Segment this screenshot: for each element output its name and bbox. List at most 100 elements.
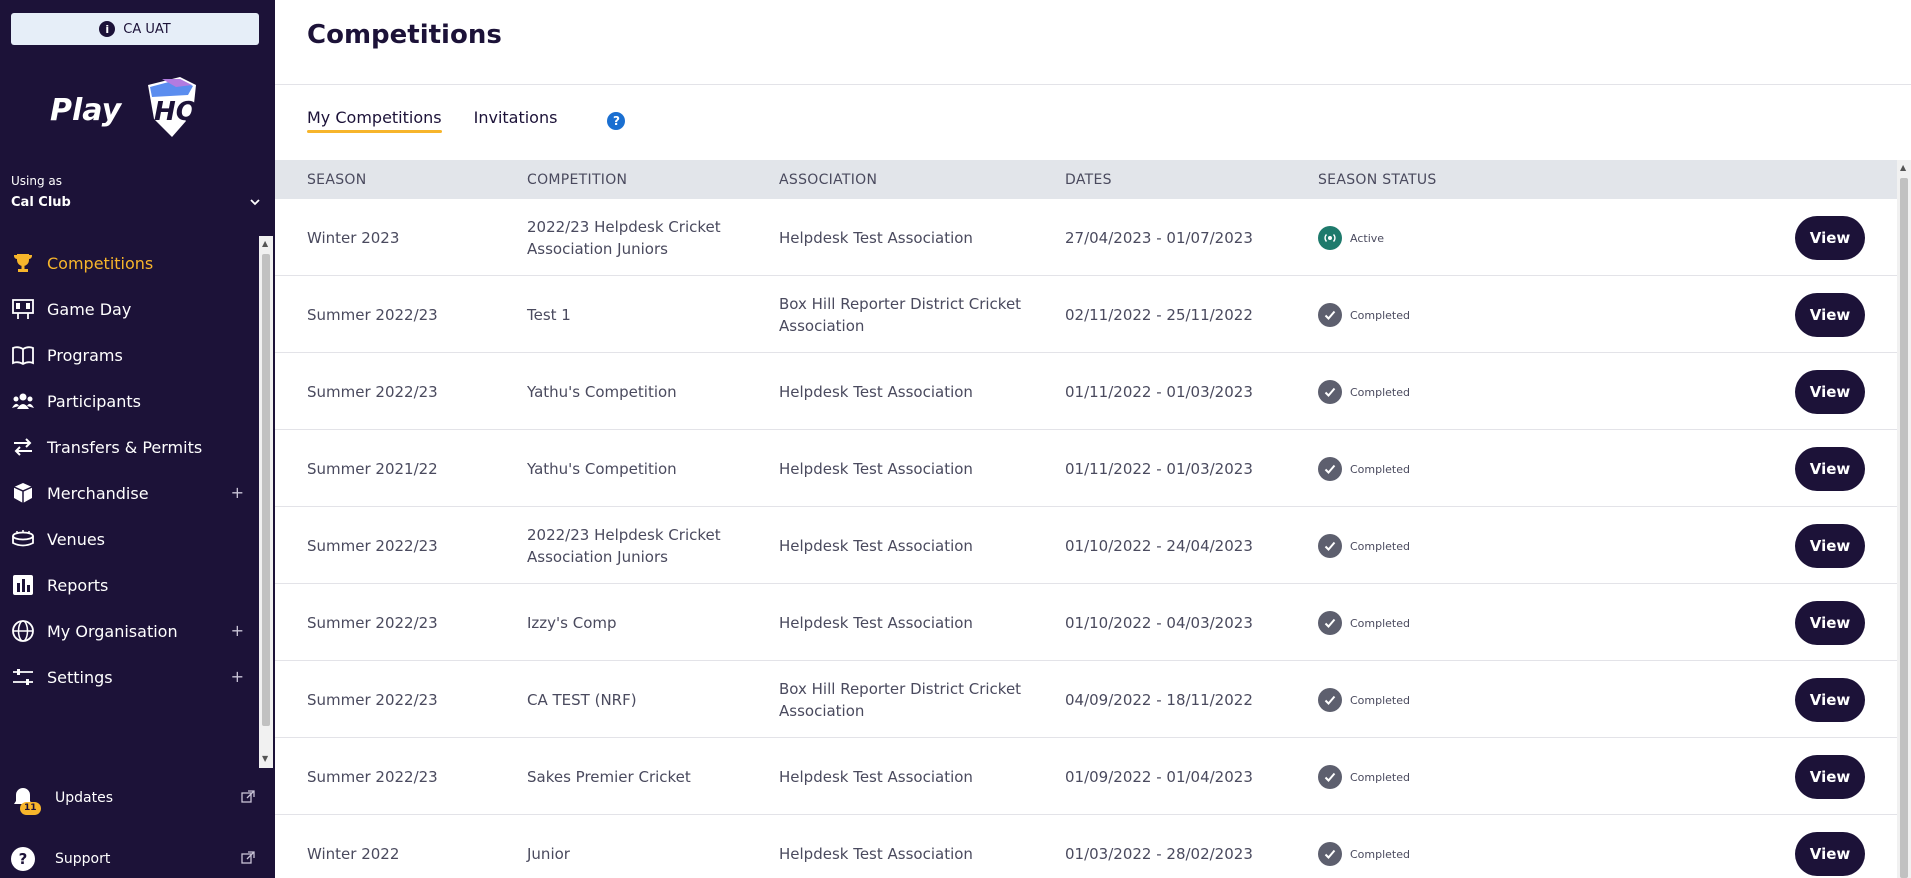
sidebar-item-merchandise[interactable]: Merchandise +: [0, 471, 258, 515]
check-icon: [1318, 688, 1342, 712]
view-button[interactable]: View: [1795, 447, 1865, 491]
chevron-down-icon[interactable]: [248, 195, 262, 209]
scrollbar-thumb[interactable]: [262, 254, 270, 726]
scroll-down-arrow-icon[interactable]: ▼: [262, 754, 268, 763]
view-button[interactable]: View: [1795, 370, 1865, 414]
competition-cell: Izzy's Comp: [527, 614, 617, 632]
scoreboard-icon: [10, 296, 36, 322]
sidebar-item-label: My Organisation: [47, 621, 178, 641]
sidebar-item-label: Reports: [47, 575, 109, 595]
book-icon: [10, 342, 36, 368]
status-badge: Completed: [1318, 303, 1410, 327]
competition-cell: 2022/23 Helpdesk Cricket Association Jun…: [527, 218, 721, 258]
status-badge: Completed: [1318, 534, 1410, 558]
status-label: Completed: [1350, 385, 1410, 399]
sidebar-item-label: Transfers & Permits: [47, 437, 203, 457]
expand-plus-icon[interactable]: +: [231, 667, 244, 686]
sidebar-item-game-day[interactable]: Game Day: [0, 287, 258, 331]
view-button[interactable]: View: [1795, 293, 1865, 337]
tabs: My Competitions Invitations ?: [307, 108, 626, 133]
updates-label: Updates: [55, 790, 113, 806]
page-title: Competitions: [307, 20, 502, 50]
dates-cell: 27/04/2023 - 01/07/2023: [1065, 229, 1253, 247]
sidebar-item-transfers-permits[interactable]: Transfers & Permits: [0, 425, 258, 469]
sidebar-item-label: Venues: [47, 529, 106, 549]
help-icon[interactable]: ?: [607, 112, 626, 130]
association-cell: Box Hill Reporter District Cricket Assoc…: [779, 295, 1022, 335]
club-name[interactable]: Cal Club: [11, 195, 71, 210]
sidebar-item-label: Settings: [47, 667, 113, 687]
dates-cell: 01/11/2022 - 01/03/2023: [1065, 383, 1253, 401]
main-content: Competitions My Competitions Invitations…: [275, 0, 1911, 878]
broadcast-icon: [1318, 226, 1342, 250]
table-row: Summer 2022/23 Test 1 Box Hill Reporter Di…: [275, 276, 1897, 353]
sidebar-item-venues[interactable]: Venues: [0, 517, 258, 561]
table-row: Summer 2022/23 Sakes Premier Cricket Helpd…: [275, 738, 1897, 815]
status-label: Completed: [1350, 847, 1410, 861]
season-cell: Summer 2022/23: [307, 537, 438, 555]
sidebar-item-my-organisation[interactable]: My Organisation +: [0, 609, 258, 653]
view-button[interactable]: View: [1795, 755, 1865, 799]
competition-cell: CA TEST (NRF): [527, 691, 637, 709]
status-badge: Completed: [1318, 842, 1410, 866]
column-header-season-status[interactable]: SEASON STATUS: [1318, 172, 1437, 188]
stadium-icon: [10, 526, 36, 552]
view-button[interactable]: View: [1795, 216, 1865, 260]
sidebar-item-participants[interactable]: Participants: [0, 379, 258, 423]
status-badge: Active: [1318, 226, 1384, 250]
competition-cell: Junior: [527, 845, 570, 863]
check-icon: [1318, 611, 1342, 635]
scroll-up-arrow-icon[interactable]: ▲: [262, 239, 268, 248]
environment-label: CA UAT: [123, 21, 171, 37]
main-scrollbar[interactable]: ▲: [1897, 160, 1911, 878]
column-header-association[interactable]: ASSOCIATION: [779, 172, 877, 188]
updates-count-badge: 11: [20, 802, 41, 815]
sidebar-item-competitions[interactable]: Competitions: [0, 241, 258, 285]
table-row: Summer 2021/22 Yathu's Competition Helpdes…: [275, 430, 1897, 507]
sidebar-item-settings[interactable]: Settings +: [0, 655, 258, 699]
svg-text:?: ?: [19, 850, 28, 868]
expand-plus-icon[interactable]: +: [231, 621, 244, 640]
svg-text:Play: Play: [50, 93, 123, 128]
people-icon: [10, 388, 36, 414]
playhq-logo[interactable]: Play HQ: [50, 75, 200, 145]
competitions-table: SEASON COMPETITION ASSOCIATION DATES SEA…: [275, 160, 1897, 878]
check-icon: [1318, 457, 1342, 481]
view-button[interactable]: View: [1795, 524, 1865, 568]
association-cell: Helpdesk Test Association: [779, 845, 973, 863]
dates-cell: 02/11/2022 - 25/11/2022: [1065, 306, 1253, 324]
season-cell: Summer 2022/23: [307, 383, 438, 401]
column-header-dates[interactable]: DATES: [1065, 172, 1112, 188]
status-badge: Completed: [1318, 457, 1410, 481]
dates-cell: 04/09/2022 - 18/11/2022: [1065, 691, 1253, 709]
sidebar-item-programs[interactable]: Programs: [0, 333, 258, 377]
status-label: Completed: [1350, 308, 1410, 322]
association-cell: Box Hill Reporter District Cricket Assoc…: [779, 680, 1022, 720]
status-badge: Completed: [1318, 688, 1410, 712]
view-button[interactable]: View: [1795, 601, 1865, 645]
sidebar-item-label: Merchandise: [47, 483, 149, 503]
sidebar-scrollbar[interactable]: ▲ ▼: [259, 236, 273, 768]
tab-invitations[interactable]: Invitations: [474, 108, 558, 133]
external-link-icon: [241, 851, 255, 864]
view-button[interactable]: View: [1795, 832, 1865, 876]
season-cell: Summer 2022/23: [307, 691, 438, 709]
svg-text:HQ: HQ: [154, 97, 198, 127]
table-row: Winter 2022 Junior Helpdesk Test Associati…: [275, 815, 1897, 878]
transfer-arrows-icon: [10, 434, 36, 460]
sidebar-item-reports[interactable]: Reports: [0, 563, 258, 607]
support-link[interactable]: ? Support: [0, 837, 275, 878]
status-label: Completed: [1350, 539, 1410, 553]
column-header-competition[interactable]: COMPETITION: [527, 172, 627, 188]
season-cell: Winter 2023: [307, 229, 400, 247]
status-label: Completed: [1350, 770, 1410, 784]
view-button[interactable]: View: [1795, 678, 1865, 722]
updates-link[interactable]: 11 Updates: [0, 776, 275, 820]
column-header-season[interactable]: SEASON: [307, 172, 367, 188]
scrollbar-thumb[interactable]: [1900, 178, 1908, 878]
sidebar-item-label: Game Day: [47, 299, 132, 319]
tab-my-competitions[interactable]: My Competitions: [307, 108, 442, 133]
expand-plus-icon[interactable]: +: [231, 483, 244, 502]
environment-badge[interactable]: i CA UAT: [11, 13, 259, 45]
scroll-up-arrow-icon[interactable]: ▲: [1900, 163, 1906, 172]
